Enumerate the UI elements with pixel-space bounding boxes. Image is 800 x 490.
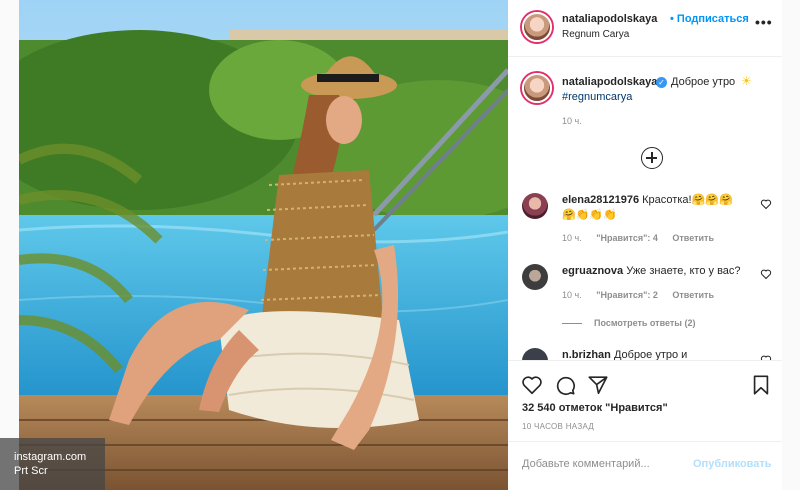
share-paper-plane-icon[interactable] [587, 374, 609, 396]
more-options-icon[interactable]: ••• [755, 14, 773, 30]
load-more-comments-icon[interactable] [641, 147, 663, 169]
comment-text: Доброе утро и [613, 349, 688, 360]
view-replies-button[interactable]: Посмотреть ответы (2) [562, 318, 695, 328]
comment-avatar[interactable] [522, 193, 548, 219]
comment-heart-icon[interactable] [760, 198, 772, 210]
location-link[interactable]: Regnum Carya [562, 29, 629, 40]
comment-username[interactable]: elena28121976 [562, 194, 639, 206]
comment-body: elena28121976 Красотка!🤗🤗🤗 🤗👏👏👏 [562, 193, 752, 223]
save-bookmark-icon[interactable] [750, 374, 772, 396]
comment-time: 10 ч. [562, 290, 582, 300]
verified-badge-icon: ✓ [656, 77, 667, 88]
comment-body: egruaznova Уже знаете, кто у вас? [562, 264, 752, 279]
post-actions: 32 540 отметок "Нравится" 10 ЧАСОВ НАЗАД [508, 360, 782, 440]
comment-avatar[interactable] [522, 264, 548, 290]
post-photo[interactable] [19, 0, 508, 490]
comment-username[interactable]: egruaznova [562, 265, 623, 277]
comment-meta: 10 ч. "Нравится": 2 Ответить [562, 290, 726, 300]
comment-bubble-icon[interactable] [554, 374, 576, 396]
comment-likes[interactable]: "Нравится": 4 [596, 233, 658, 243]
likes-count[interactable]: 32 540 отметок "Нравится" [522, 402, 668, 414]
author-username[interactable]: nataliapodolskaya [562, 13, 657, 25]
comment-time: 10 ч. [562, 233, 582, 243]
watermark: instagram.com Prt Scr [0, 438, 105, 490]
comment: n.brizhan Доброе утро и [508, 346, 782, 360]
caption-avatar[interactable] [522, 73, 552, 103]
author-avatar[interactable] [522, 12, 552, 42]
follow-button[interactable]: • Подписаться [670, 13, 749, 25]
post-header: nataliapodolskaya • Подписаться Regnum C… [508, 0, 782, 57]
reply-button[interactable]: Ответить [672, 290, 714, 300]
comment-text: Красотка!🤗🤗🤗 [642, 194, 733, 206]
comment-body: n.brizhan Доброе утро и [562, 348, 752, 360]
comment-meta: 10 ч. "Нравится": 4 Ответить [562, 233, 726, 243]
add-comment-bar: Добавьте комментарий... Опубликовать [508, 441, 782, 490]
comment-username[interactable]: n.brizhan [562, 349, 611, 360]
like-heart-icon[interactable] [521, 374, 543, 396]
caption-text: Доброе утро [671, 76, 736, 88]
watermark-label: Prt Scr [14, 465, 48, 477]
post-sidebar: nataliapodolskaya • Подписаться Regnum C… [508, 0, 782, 490]
comment-avatar[interactable] [522, 348, 548, 360]
post-comment-button[interactable]: Опубликовать [693, 458, 772, 470]
sun-emoji: ☀ [741, 74, 752, 88]
caption-hashtag[interactable]: #regnumcarya [562, 91, 632, 103]
comment-likes[interactable]: "Нравится": 2 [596, 290, 658, 300]
watermark-site: instagram.com [14, 451, 87, 463]
post-time-ago: 10 ЧАСОВ НАЗАД [522, 422, 595, 431]
caption-time: 10 ч. [562, 116, 582, 126]
reply-button[interactable]: Ответить [672, 233, 714, 243]
photo-illustration [19, 0, 508, 490]
comment-text: Уже знаете, кто у вас? [626, 265, 741, 277]
comment-text-continued: 🤗👏👏👏 [562, 209, 617, 221]
caption-username[interactable]: nataliapodolskaya [562, 76, 657, 88]
comment-input[interactable]: Добавьте комментарий... [522, 458, 650, 470]
comment-heart-icon[interactable] [760, 268, 772, 280]
